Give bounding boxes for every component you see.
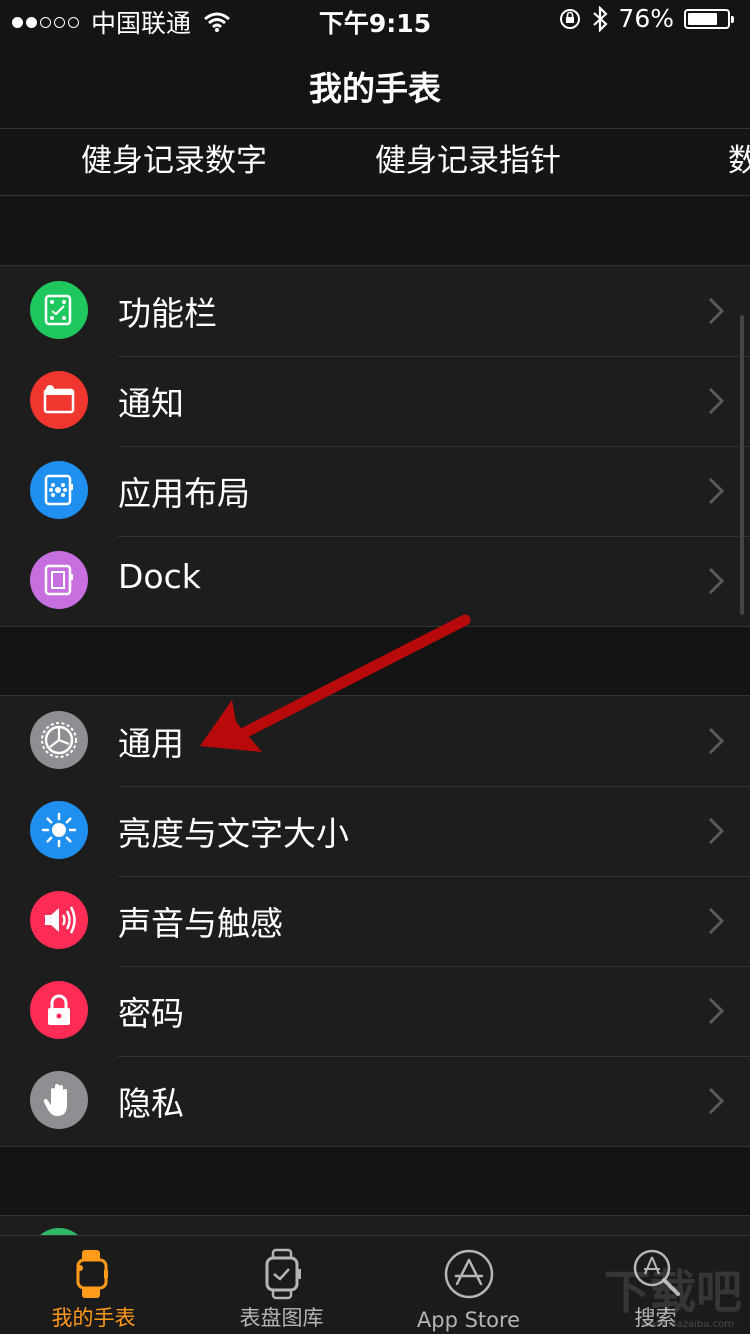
tab-my-watch[interactable]: 我的手表 (0, 1236, 187, 1334)
app-store-icon (444, 1249, 493, 1299)
tab-label: App Store (416, 1308, 521, 1332)
tab-label: 表盘图库 (239, 1306, 324, 1330)
tab-app-store[interactable]: App Store (375, 1236, 562, 1334)
watch-icon (76, 1250, 108, 1298)
annotation-arrow (200, 614, 471, 752)
tab-bar: 我的手表 表盘图库 App Store 搜索 下载吧 www.xiazaiba.… (0, 1235, 750, 1334)
scroll-indicator[interactable] (740, 315, 744, 615)
tab-face-gallery[interactable]: 表盘图库 (188, 1236, 375, 1334)
watermark-url: www.xiazaiba.com (641, 1319, 734, 1330)
watermark: 下载吧 (604, 1265, 742, 1319)
watch-face-icon (265, 1248, 301, 1300)
tab-label: 我的手表 (51, 1306, 136, 1330)
